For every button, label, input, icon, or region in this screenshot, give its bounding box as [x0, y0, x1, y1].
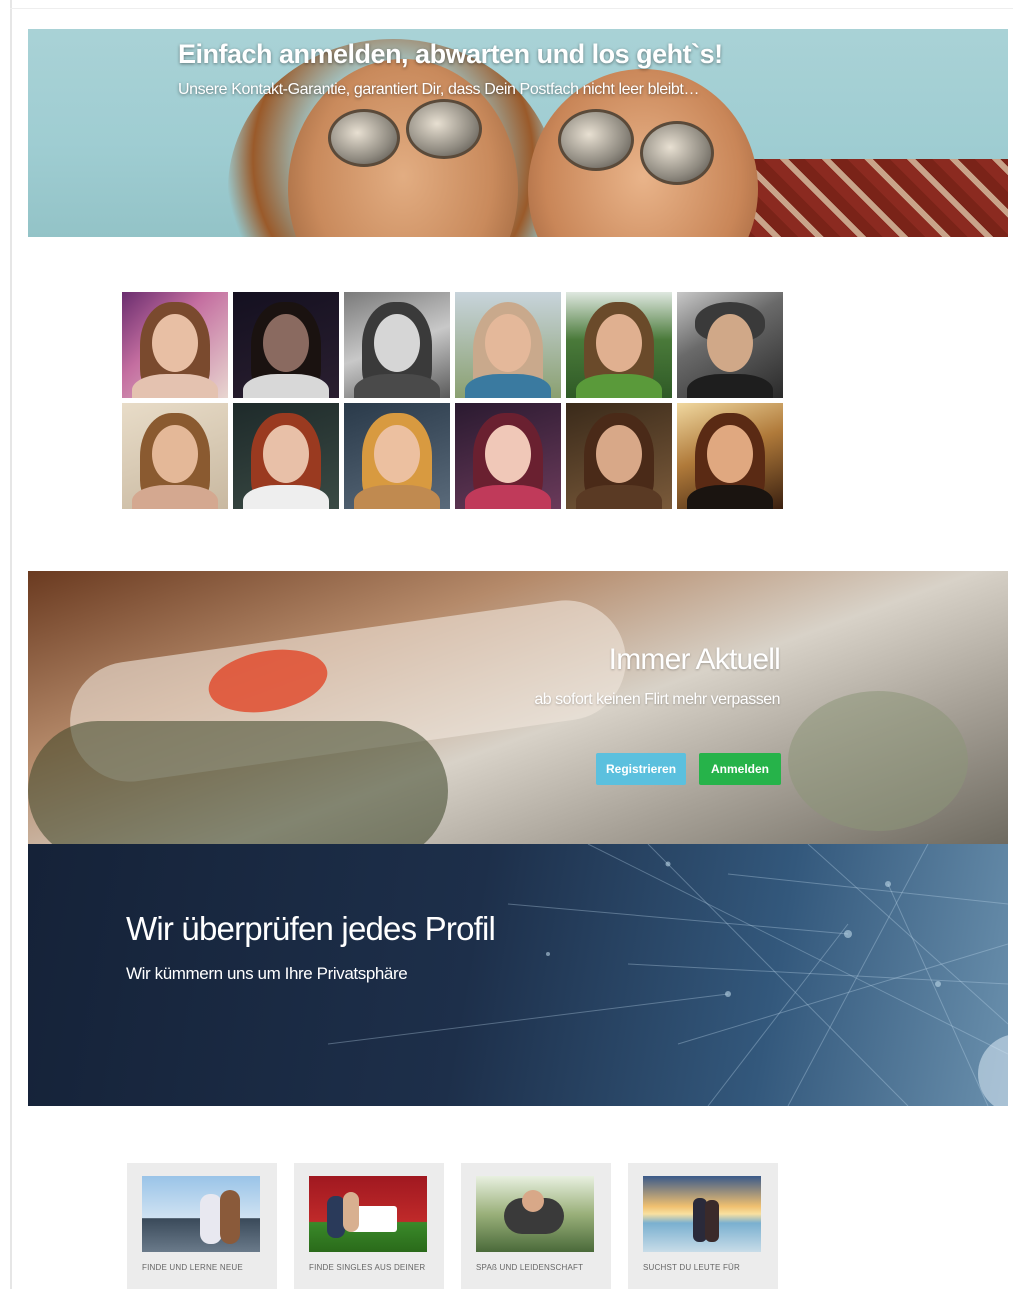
profile-body	[687, 374, 773, 398]
profile-body	[465, 485, 551, 509]
profile-face	[707, 314, 753, 372]
profile-thumb-6[interactable]	[677, 292, 783, 398]
feature-card-image	[142, 1176, 260, 1252]
profile-body	[243, 485, 329, 509]
feature-card-2[interactable]: FINDE SINGLES AUS DEINER	[294, 1163, 444, 1289]
feature-card-image	[476, 1176, 594, 1252]
profile-thumb-1[interactable]	[122, 292, 228, 398]
profile-thumb-12[interactable]	[677, 403, 783, 509]
profile-check-title: Wir überprüfen jedes Profil	[126, 910, 496, 947]
hero-sunglass-right	[406, 99, 482, 159]
profile-thumb-2[interactable]	[233, 292, 339, 398]
feature-card-1[interactable]: FINDE UND LERNE NEUE	[127, 1163, 277, 1289]
profile-body	[354, 374, 440, 398]
hero-aviator-right	[640, 121, 714, 185]
aktuell-banner: Immer Aktuell ab sofort keinen Flirt meh…	[28, 571, 1008, 844]
aktuell-title: Immer Aktuell	[608, 643, 781, 676]
profile-face	[263, 314, 309, 372]
profile-body	[576, 374, 662, 398]
hero-aviator-left	[558, 109, 634, 171]
profile-face	[263, 425, 309, 483]
profile-thumb-7[interactable]	[122, 403, 228, 509]
feature-card-caption: FINDE SINGLES AUS DEINER	[309, 1263, 426, 1272]
profile-thumb-10[interactable]	[455, 403, 561, 509]
hero-banner: Einfach anmelden, abwarten und los geht`…	[28, 29, 1008, 237]
feature-card-image	[309, 1176, 427, 1252]
feature-card-3[interactable]: SPAß UND LEIDENSCHAFT	[461, 1163, 611, 1289]
profile-thumb-5[interactable]	[566, 292, 672, 398]
profile-face	[374, 314, 420, 372]
feature-card-4[interactable]: SUCHST DU LEUTE FÜR	[628, 1163, 778, 1289]
hero-sunglass-left	[328, 109, 400, 167]
aktuell-photo-blur-dark	[28, 721, 448, 844]
aktuell-photo-blur-green	[788, 691, 968, 831]
profile-grid	[122, 292, 784, 510]
profile-face	[152, 314, 198, 372]
profile-check-subtitle: Wir kümmern uns um Ihre Privatsphäre	[126, 964, 408, 983]
feature-card-caption: SUCHST DU LEUTE FÜR	[643, 1263, 740, 1272]
profile-body	[243, 374, 329, 398]
profile-face	[596, 314, 642, 372]
profile-body	[354, 485, 440, 509]
profile-thumb-11[interactable]	[566, 403, 672, 509]
profile-body	[132, 485, 218, 509]
profile-body	[687, 485, 773, 509]
feature-card-caption: SPAß UND LEIDENSCHAFT	[476, 1263, 584, 1272]
feature-card-caption: FINDE UND LERNE NEUE	[142, 1263, 243, 1272]
profile-body	[465, 374, 551, 398]
profile-body	[576, 485, 662, 509]
profile-thumb-4[interactable]	[455, 292, 561, 398]
profile-thumb-8[interactable]	[233, 403, 339, 509]
page-left-border	[10, 0, 12, 1289]
profile-face	[374, 425, 420, 483]
profile-face	[485, 425, 531, 483]
profile-face	[152, 425, 198, 483]
hero-title: Einfach anmelden, abwarten und los geht`…	[178, 39, 723, 69]
hero-subtitle: Unsere Kontakt-Garantie, garantiert Dir,…	[178, 81, 700, 98]
feature-card-image	[643, 1176, 761, 1252]
profile-thumb-3[interactable]	[344, 292, 450, 398]
profile-face	[485, 314, 531, 372]
login-button[interactable]: Anmelden	[699, 753, 781, 785]
page-top-border	[10, 8, 1013, 9]
aktuell-subtitle: ab sofort keinen Flirt mehr verpassen	[534, 691, 780, 708]
profile-face	[707, 425, 753, 483]
profile-face	[596, 425, 642, 483]
profile-thumb-9[interactable]	[344, 403, 450, 509]
profile-body	[132, 374, 218, 398]
register-button[interactable]: Registrieren	[596, 753, 686, 785]
profile-check-banner: Wir überprüfen jedes Profil Wir kümmern …	[28, 844, 1008, 1106]
